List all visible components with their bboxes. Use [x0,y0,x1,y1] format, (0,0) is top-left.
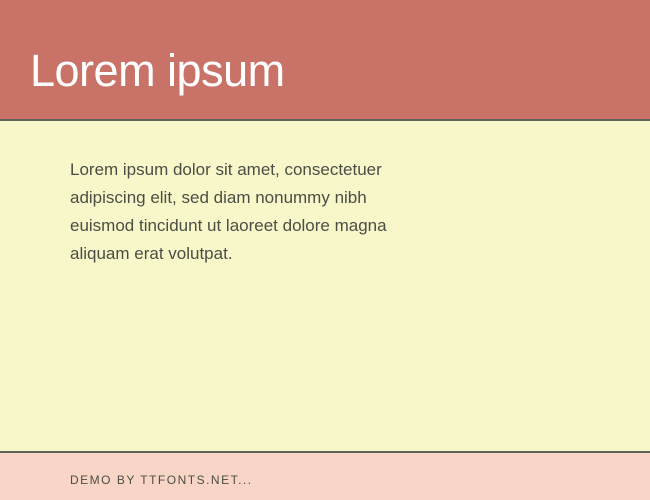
footer: DEMO BY TTFONTS.NET... [0,453,650,500]
page-title: Lorem ipsum [30,48,285,93]
footer-credit: DEMO BY TTFONTS.NET... [70,473,253,487]
body-text: Lorem ipsum dolor sit amet, consectetuer… [70,156,400,268]
header: Lorem ipsum [0,0,650,119]
content-area: Lorem ipsum dolor sit amet, consectetuer… [0,121,650,451]
